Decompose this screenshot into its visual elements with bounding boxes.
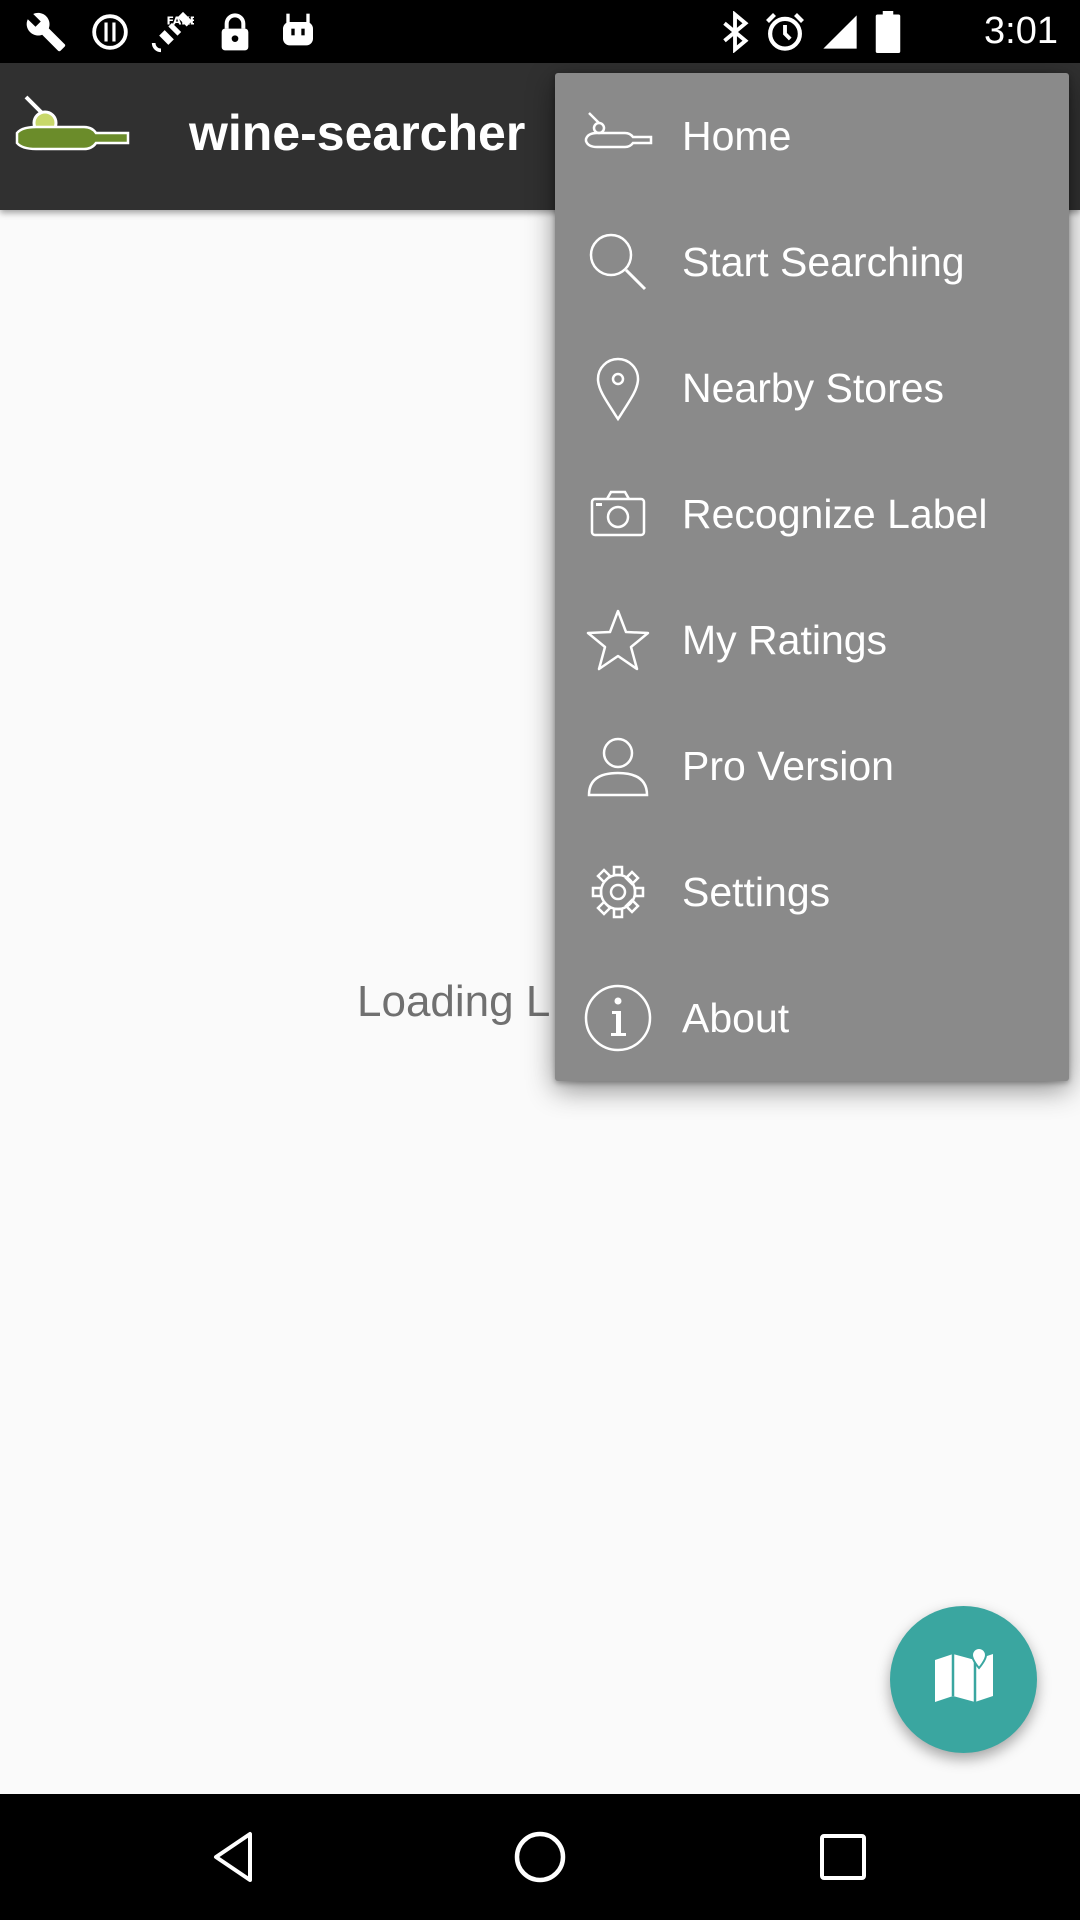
menu-item-about[interactable]: About bbox=[555, 955, 1069, 1081]
alarm-icon bbox=[763, 10, 807, 54]
svg-text:FAKE: FAKE bbox=[167, 15, 195, 28]
gear-icon bbox=[583, 857, 653, 927]
menu-item-recognize-label[interactable]: Recognize Label bbox=[555, 451, 1069, 577]
fake-gps-satellite-icon: FAKE bbox=[150, 10, 194, 54]
menu-item-settings[interactable]: Settings bbox=[555, 829, 1069, 955]
menu-item-label: About bbox=[682, 995, 790, 1041]
wine-bottle-icon bbox=[583, 101, 653, 171]
menu-item-my-ratings[interactable]: My Ratings bbox=[555, 577, 1069, 703]
overflow-menu: Home Start Searching Nearby Stores Recog… bbox=[555, 73, 1069, 1081]
location-pin-icon bbox=[583, 353, 653, 423]
person-icon bbox=[583, 731, 653, 801]
status-time: 3:01 bbox=[984, 10, 1058, 52]
navigation-bar bbox=[0, 1794, 1080, 1920]
loading-text: Loading L bbox=[357, 977, 551, 1026]
menu-item-label: Pro Version bbox=[682, 743, 894, 789]
menu-item-label: Home bbox=[682, 113, 792, 159]
menu-item-home[interactable]: Home bbox=[555, 73, 1069, 199]
map-button[interactable] bbox=[890, 1606, 1037, 1753]
menu-item-label: Recognize Label bbox=[682, 491, 988, 537]
bluetooth-icon bbox=[713, 10, 757, 54]
home-icon[interactable] bbox=[505, 1822, 575, 1892]
wrench-icon bbox=[24, 10, 68, 54]
star-icon bbox=[583, 605, 653, 675]
app-title: wine-searcher bbox=[189, 105, 526, 161]
search-icon bbox=[583, 227, 653, 297]
menu-item-label: Nearby Stores bbox=[682, 365, 945, 411]
lock-icon bbox=[213, 10, 257, 54]
wine-bottle-logo-icon[interactable] bbox=[12, 93, 134, 171]
menu-item-nearby-stores[interactable]: Nearby Stores bbox=[555, 325, 1069, 451]
menu-item-label: Settings bbox=[682, 869, 831, 915]
recents-icon[interactable] bbox=[808, 1822, 878, 1892]
map-icon bbox=[931, 1644, 997, 1715]
menu-item-label: My Ratings bbox=[682, 617, 888, 663]
signal-icon bbox=[818, 10, 862, 54]
menu-item-label: Start Searching bbox=[682, 239, 965, 285]
alert-circle-icon bbox=[88, 10, 132, 54]
android-icon bbox=[276, 10, 320, 54]
status-bar: FAKE 3:01 bbox=[0, 0, 1080, 63]
info-icon bbox=[583, 983, 653, 1053]
battery-icon bbox=[866, 10, 910, 54]
back-icon[interactable] bbox=[202, 1822, 272, 1892]
camera-icon bbox=[583, 479, 653, 549]
menu-item-start-searching[interactable]: Start Searching bbox=[555, 199, 1069, 325]
menu-item-pro-version[interactable]: Pro Version bbox=[555, 703, 1069, 829]
